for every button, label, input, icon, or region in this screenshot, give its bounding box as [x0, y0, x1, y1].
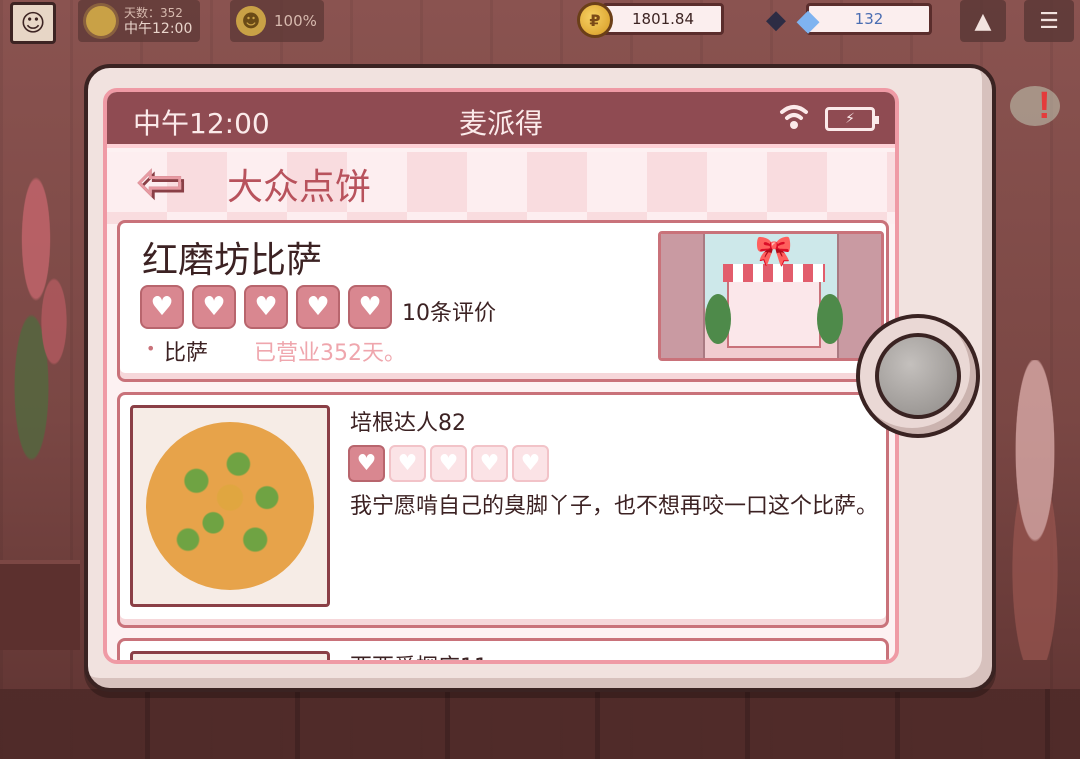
day-counter: 天数：352 [124, 6, 183, 20]
restaurant-category: 比萨 [146, 335, 208, 367]
collapse-button[interactable]: ▲ [960, 0, 1006, 42]
review-card: 培根达人82 ♥ ♥ ♥ ♥ ♥ 我宁愿啃自己的臭脚丫子，也不想再咬一口这个比萨… [117, 392, 889, 628]
phone-status-bar: 中午12:00 麦派得 ⚡ [107, 92, 895, 148]
coin-icon: ₽ [577, 2, 613, 38]
restaurant-storefront-image: 🎀 [658, 231, 884, 361]
chevron-up-icon: ▲ [974, 8, 992, 34]
reviewer-name: 培根达人82 [350, 411, 466, 436]
ribbon-bow-icon: 🎀 [755, 234, 793, 269]
restaurant-rating: ♥ ♥ ♥ ♥ ♥ [140, 285, 392, 329]
heart-icon: ♥ [140, 285, 184, 329]
smiley-icon: ☻ [236, 6, 266, 36]
cake-decoration [990, 360, 1080, 660]
coin-balance[interactable]: 1801.84 [602, 3, 724, 35]
happiness-panel: ☻ 100% [230, 0, 324, 42]
restaurant-name: 红磨坊比萨 [142, 240, 323, 281]
heart-icon: ♥ [348, 285, 392, 329]
chef-avatar-icon[interactable]: ☺ [10, 2, 56, 44]
heart-empty-icon: ♥ [430, 445, 467, 482]
heart-empty-icon: ♥ [389, 445, 426, 482]
floor [0, 689, 1080, 759]
status-app-name: 麦派得 [458, 107, 543, 140]
coin-value: 1801.84 [631, 10, 695, 28]
restaurant-card: 红磨坊比萨 ♥ ♥ ♥ ♥ ♥ 10条评价 比萨 已营业352天。 🎀 [117, 220, 889, 382]
diamond-icon: ◆ [796, 2, 820, 38]
tulip-plant-decoration [0, 140, 90, 470]
heart-icon: ♥ [348, 445, 385, 482]
sun-icon [86, 6, 116, 36]
pizza-image [130, 405, 330, 607]
gem-value: 132 [854, 10, 884, 28]
review-text: 我宁愿啃自己的臭脚丫子，也不想再咬一口这个比萨。 [350, 494, 879, 519]
arrow-left-icon: ⇦ [135, 147, 185, 215]
heart-empty-icon: ♥ [471, 445, 508, 482]
pizza-icon [146, 422, 314, 590]
happiness-value: 100% [274, 12, 317, 30]
shelf-decoration [0, 560, 80, 650]
phone-home-button[interactable] [856, 314, 980, 438]
review-card: 西西爱探店11 [117, 638, 889, 660]
home-button-icon [875, 333, 961, 419]
review-rating: ♥ ♥ ♥ ♥ ♥ [348, 445, 549, 482]
heart-empty-icon: ♥ [512, 445, 549, 482]
page-title: 大众点饼 [227, 167, 372, 208]
app-header: ⇦ 大众点饼 [107, 152, 895, 224]
alert-icon[interactable]: ! [1038, 87, 1054, 125]
back-button[interactable]: ⇦ [129, 147, 191, 215]
heart-icon: ♥ [296, 285, 340, 329]
menu-button[interactable]: ☰ [1024, 0, 1074, 42]
battery-icon: ⚡ [825, 107, 879, 131]
phone-screen: 中午12:00 麦派得 ⚡ ⇦ 大众点饼 红磨坊比萨 ♥ ♥ ♥ ♥ ♥ 10条… [103, 88, 899, 664]
hud-time: 中午12:00 [124, 21, 193, 37]
heart-icon: ♥ [244, 285, 288, 329]
pizza-image [130, 651, 330, 660]
review-count: 10条评价 [402, 301, 496, 326]
days-open: 已营业352天。 [254, 341, 406, 366]
day-time-panel: 天数：352 中午12:00 [78, 0, 200, 42]
reviewer-name: 西西爱探店11 [350, 649, 488, 660]
hamburger-menu-icon: ☰ [1039, 8, 1059, 34]
top-hud: ☺ 天数：352 中午12:00 ☻ 100% 1801.84 ₽ 132 ◆ … [0, 0, 1080, 48]
wifi-icon [779, 100, 809, 141]
heart-icon: ♥ [192, 285, 236, 329]
